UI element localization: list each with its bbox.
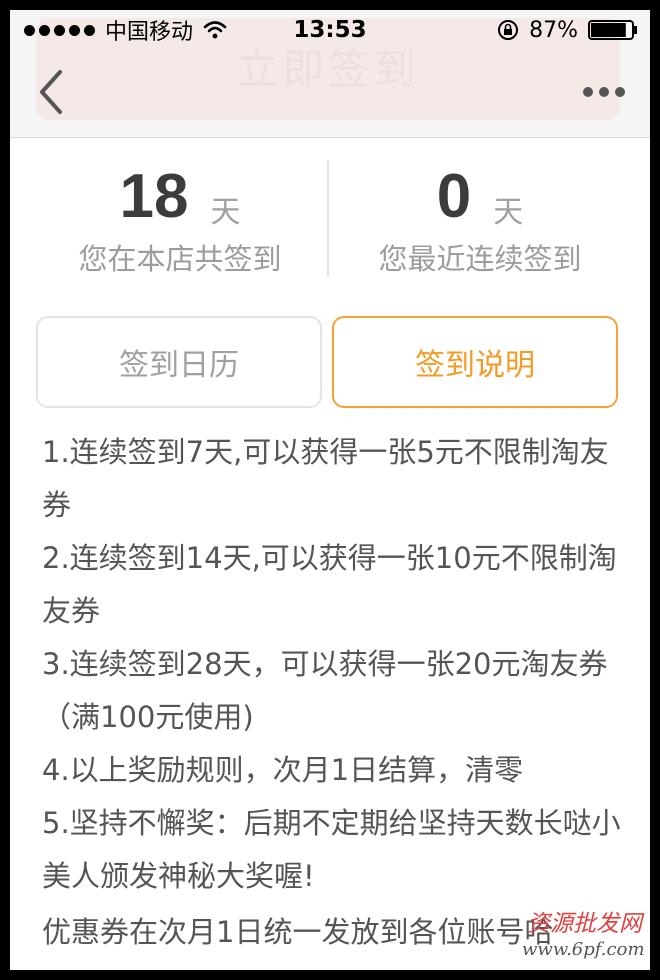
- rule-item: 3.连续签到28天，可以获得一张20元淘友券（满100元使用): [42, 647, 608, 734]
- wifi-icon: [203, 21, 227, 39]
- battery-percent: 87%: [529, 17, 578, 43]
- rule-item: 1.连续签到7天,可以获得一张5元不限制淘友券: [42, 435, 609, 522]
- stats-divider: [327, 160, 329, 276]
- total-checkin-count: 18: [119, 162, 189, 231]
- chevron-left-icon[interactable]: [34, 68, 68, 116]
- streak-checkin-stat: 0 天 您最近连续签到: [330, 150, 630, 278]
- streak-checkin-count: 0: [436, 162, 472, 231]
- total-checkin-unit: 天: [210, 195, 241, 230]
- status-right: 87%: [497, 18, 638, 43]
- checkin-stats: 18 天 您在本店共签到 0 天 您最近连续签到: [10, 150, 650, 290]
- rotation-lock-icon: [498, 20, 519, 40]
- watermark-site-name: 资源批发网: [527, 911, 642, 937]
- streak-checkin-label: 您最近连续签到: [378, 242, 582, 276]
- watermark: 资源批发网 www.6pf.com: [522, 910, 645, 968]
- tab-checkin-rules[interactable]: 签到说明: [332, 316, 618, 408]
- tab-checkin-calendar[interactable]: 签到日历: [36, 316, 322, 408]
- ellipsis-icon[interactable]: [582, 80, 626, 104]
- battery-icon: [588, 20, 637, 40]
- screen: 立即签到 中国移动 13:53 87% 18 天 您在本店共签到 0 天 您最近…: [10, 10, 650, 970]
- total-checkin-stat: 18 天 您在本店共签到: [30, 150, 330, 278]
- rule-item: 2.连续签到14天,可以获得一张10元不限制淘友券: [42, 541, 617, 628]
- rule-item: 4.以上奖励规则，次月1日结算，清零: [42, 753, 524, 787]
- status-bar: 中国移动 13:53 87%: [10, 10, 650, 50]
- streak-checkin-unit: 天: [493, 195, 524, 230]
- rules-list: 1.连续签到7天,可以获得一张5元不限制淘友券 2.连续签到14天,可以获得一张…: [42, 426, 622, 903]
- rule-item: 5.坚持不懈奖：后期不定期给坚持天数长哒小美人颁发神秘大奖喔!: [42, 806, 621, 893]
- signal-strength-icon: [24, 24, 95, 36]
- tab-bar: 签到日历 签到说明: [36, 316, 618, 408]
- carrier-name: 中国移动: [105, 20, 194, 45]
- watermark-url: www.6pf.com: [522, 939, 645, 960]
- total-checkin-label: 您在本店共签到: [78, 242, 282, 276]
